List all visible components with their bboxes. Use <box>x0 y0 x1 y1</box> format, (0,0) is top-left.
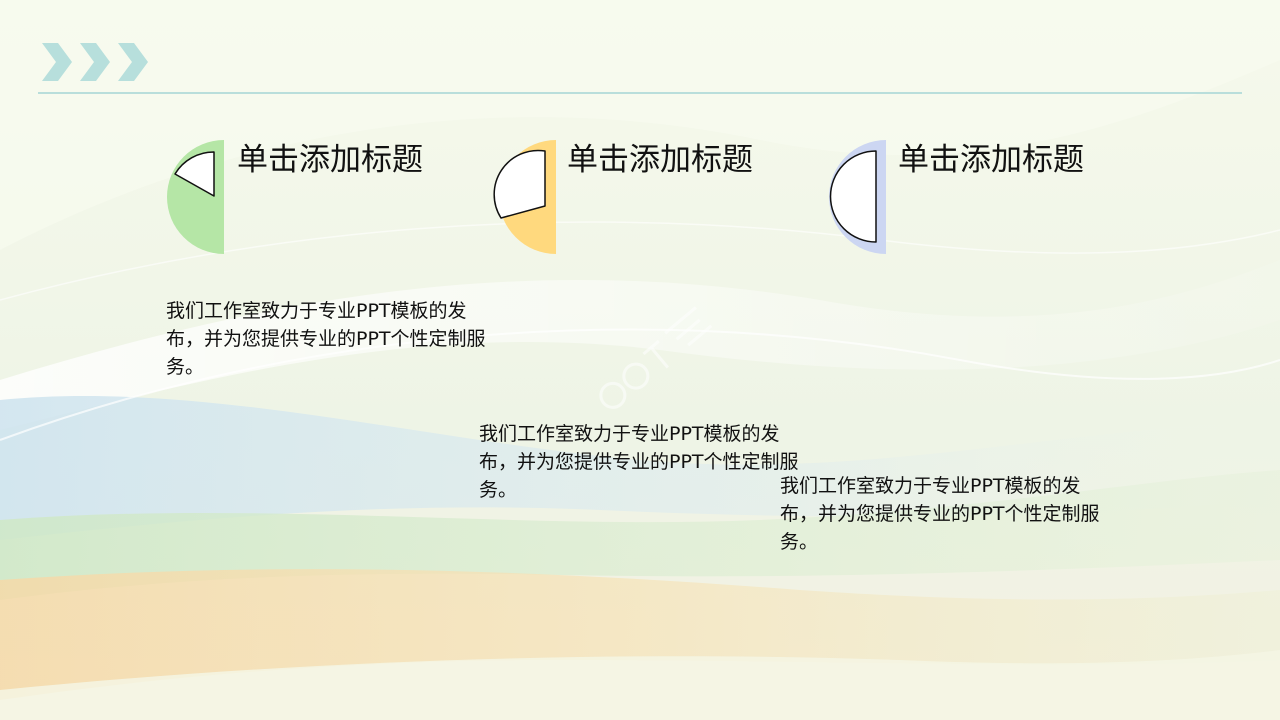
card-body[interactable]: 我们工作室致力于专业PPT模板的发布，并为您提供专业的PPT个性定制服务。 <box>780 472 1110 556</box>
pie-half-icon <box>493 140 556 254</box>
card-title[interactable]: 单击添加标题 <box>898 140 1084 180</box>
chevron-arrows-icon <box>42 43 148 81</box>
card-title[interactable]: 单击添加标题 <box>237 140 423 180</box>
pie-three-quarter-icon <box>829 140 886 254</box>
watermark-logo <box>599 306 713 409</box>
card-title[interactable]: 单击添加标题 <box>567 140 753 180</box>
header-divider <box>38 92 1242 94</box>
card-body[interactable]: 我们工作室致力于专业PPT模板的发布，并为您提供专业的PPT个性定制服务。 <box>479 420 809 504</box>
pie-quarter-icon <box>167 140 224 254</box>
slide: 单击添加标题 我们工作室致力于专业PPT模板的发布，并为您提供专业的PPT个性定… <box>0 0 1280 720</box>
card-body[interactable]: 我们工作室致力于专业PPT模板的发布，并为您提供专业的PPT个性定制服务。 <box>166 297 496 381</box>
